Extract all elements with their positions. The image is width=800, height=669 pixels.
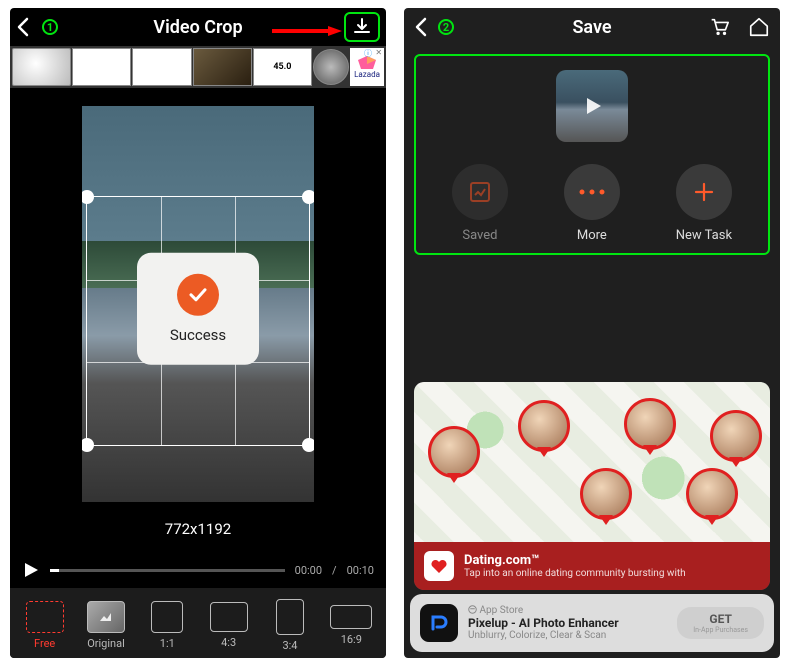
crop-handle-bl[interactable] bbox=[82, 438, 94, 452]
ad-thumb[interactable] bbox=[193, 48, 252, 86]
header-bar: 1 Video Crop bbox=[10, 8, 386, 46]
heart-icon bbox=[424, 551, 454, 581]
appstore-sheet[interactable]: App Store Pixelup - AI Photo Enhancer Un… bbox=[410, 594, 774, 652]
step-badge-1: 1 bbox=[42, 19, 58, 35]
crop-handle-tr[interactable] bbox=[302, 190, 314, 204]
appstore-title: Pixelup - AI Photo Enhancer bbox=[468, 616, 667, 630]
profile-pin bbox=[580, 468, 632, 520]
ratio-free[interactable]: Free bbox=[16, 601, 74, 650]
ratio-1-1[interactable]: 1:1 bbox=[138, 601, 196, 650]
step-badge-2: 2 bbox=[438, 19, 454, 35]
ad-thumb[interactable]: 45.0 bbox=[253, 48, 312, 86]
profile-pin bbox=[518, 400, 570, 452]
scrubber[interactable] bbox=[50, 569, 285, 572]
ratio-4-3[interactable]: 4:3 bbox=[200, 602, 258, 649]
get-label: GET bbox=[709, 612, 731, 626]
ratio-16-9[interactable]: 16:9 bbox=[322, 605, 380, 646]
back-button[interactable] bbox=[414, 17, 428, 37]
home-icon[interactable] bbox=[748, 16, 770, 38]
ad-title: Dating.com™ bbox=[464, 553, 686, 568]
action-new-task[interactable]: New Task bbox=[676, 164, 732, 243]
checkmark-icon bbox=[177, 274, 219, 316]
ad-thumb[interactable] bbox=[313, 49, 349, 85]
get-button[interactable]: GET In-App Purchases bbox=[677, 607, 764, 639]
action-label: New Task bbox=[676, 228, 732, 243]
profile-pin bbox=[428, 426, 480, 478]
pixelup-icon bbox=[420, 604, 458, 642]
profile-pin bbox=[686, 468, 738, 520]
ratio-label: 16:9 bbox=[341, 633, 362, 646]
ad-banner-strip[interactable]: 45.0 ⓘ ✕ Lazada bbox=[10, 46, 386, 88]
saved-icon bbox=[467, 179, 493, 205]
action-label: More bbox=[577, 228, 607, 243]
page-title: Save bbox=[572, 17, 611, 38]
crop-handle-br[interactable] bbox=[302, 438, 314, 452]
ad-thumb[interactable] bbox=[132, 48, 191, 86]
iap-label: In-App Purchases bbox=[693, 626, 748, 634]
ad-close-icon[interactable]: ✕ bbox=[375, 48, 382, 57]
ad-dating-row[interactable]: Dating.com™ Tap into an online dating co… bbox=[414, 542, 770, 590]
crop-handle-tl[interactable] bbox=[82, 190, 94, 204]
plus-icon bbox=[691, 179, 717, 205]
download-icon bbox=[352, 17, 372, 37]
crop-dimensions: 772x1192 bbox=[165, 520, 231, 538]
save-panel-highlight: Saved More New Task bbox=[414, 54, 770, 255]
ad-thumb[interactable] bbox=[12, 48, 71, 86]
export-button[interactable] bbox=[344, 12, 380, 42]
ratio-original[interactable]: Original bbox=[77, 601, 135, 650]
action-label: Saved bbox=[462, 228, 497, 243]
annotation-arrow bbox=[272, 26, 342, 36]
ad-card[interactable]: AD Dating.com™ Tap into an online dating… bbox=[414, 382, 770, 590]
ad-map-image bbox=[414, 382, 770, 542]
ratio-label: Free bbox=[34, 637, 55, 650]
ad-subtitle: Tap into an online dating community burs… bbox=[464, 568, 686, 579]
action-more[interactable]: More bbox=[564, 164, 620, 243]
appstore-subtitle: Unblurry, Colorize, Clear & Scan bbox=[468, 630, 667, 641]
ratio-3-4[interactable]: 3:4 bbox=[261, 599, 319, 652]
page-title: Video Crop bbox=[153, 17, 242, 38]
ad-lazada[interactable]: ⓘ ✕ Lazada bbox=[350, 48, 384, 86]
playback-bar: 00:00/00:10 bbox=[10, 552, 386, 588]
screen-video-crop: 1 Video Crop 45.0 ⓘ ✕ Lazada bbox=[10, 8, 386, 658]
time-total: 00:10 bbox=[347, 564, 374, 577]
play-icon bbox=[579, 93, 605, 119]
ad-info-icon[interactable]: ⓘ bbox=[364, 48, 372, 59]
action-saved[interactable]: Saved bbox=[452, 164, 508, 243]
aspect-ratio-bar: Free Original 1:1 4:3 3:4 16:9 bbox=[10, 588, 386, 658]
success-toast: Success bbox=[137, 253, 259, 365]
header-bar: 2 Save bbox=[404, 8, 780, 46]
ratio-label: 1:1 bbox=[160, 637, 175, 650]
ad-thumb[interactable] bbox=[72, 48, 131, 86]
cart-icon[interactable] bbox=[708, 16, 730, 38]
ratio-label: 4:3 bbox=[221, 636, 236, 649]
saved-video-thumb[interactable] bbox=[556, 70, 628, 142]
video-preview: Success 772x1192 bbox=[10, 88, 386, 552]
appstore-source: App Store bbox=[468, 605, 667, 616]
back-button[interactable] bbox=[16, 17, 30, 37]
profile-pin bbox=[710, 410, 762, 462]
ratio-label: 3:4 bbox=[282, 639, 297, 652]
play-icon[interactable] bbox=[22, 561, 40, 579]
time-current: 00:00 bbox=[295, 564, 322, 577]
more-icon bbox=[577, 187, 607, 197]
ad-lazada-label: Lazada bbox=[354, 70, 380, 79]
profile-pin bbox=[624, 398, 676, 450]
success-label: Success bbox=[170, 326, 226, 344]
ratio-label: Original bbox=[87, 637, 125, 650]
screen-save: 2 Save Saved More bbox=[404, 8, 780, 658]
